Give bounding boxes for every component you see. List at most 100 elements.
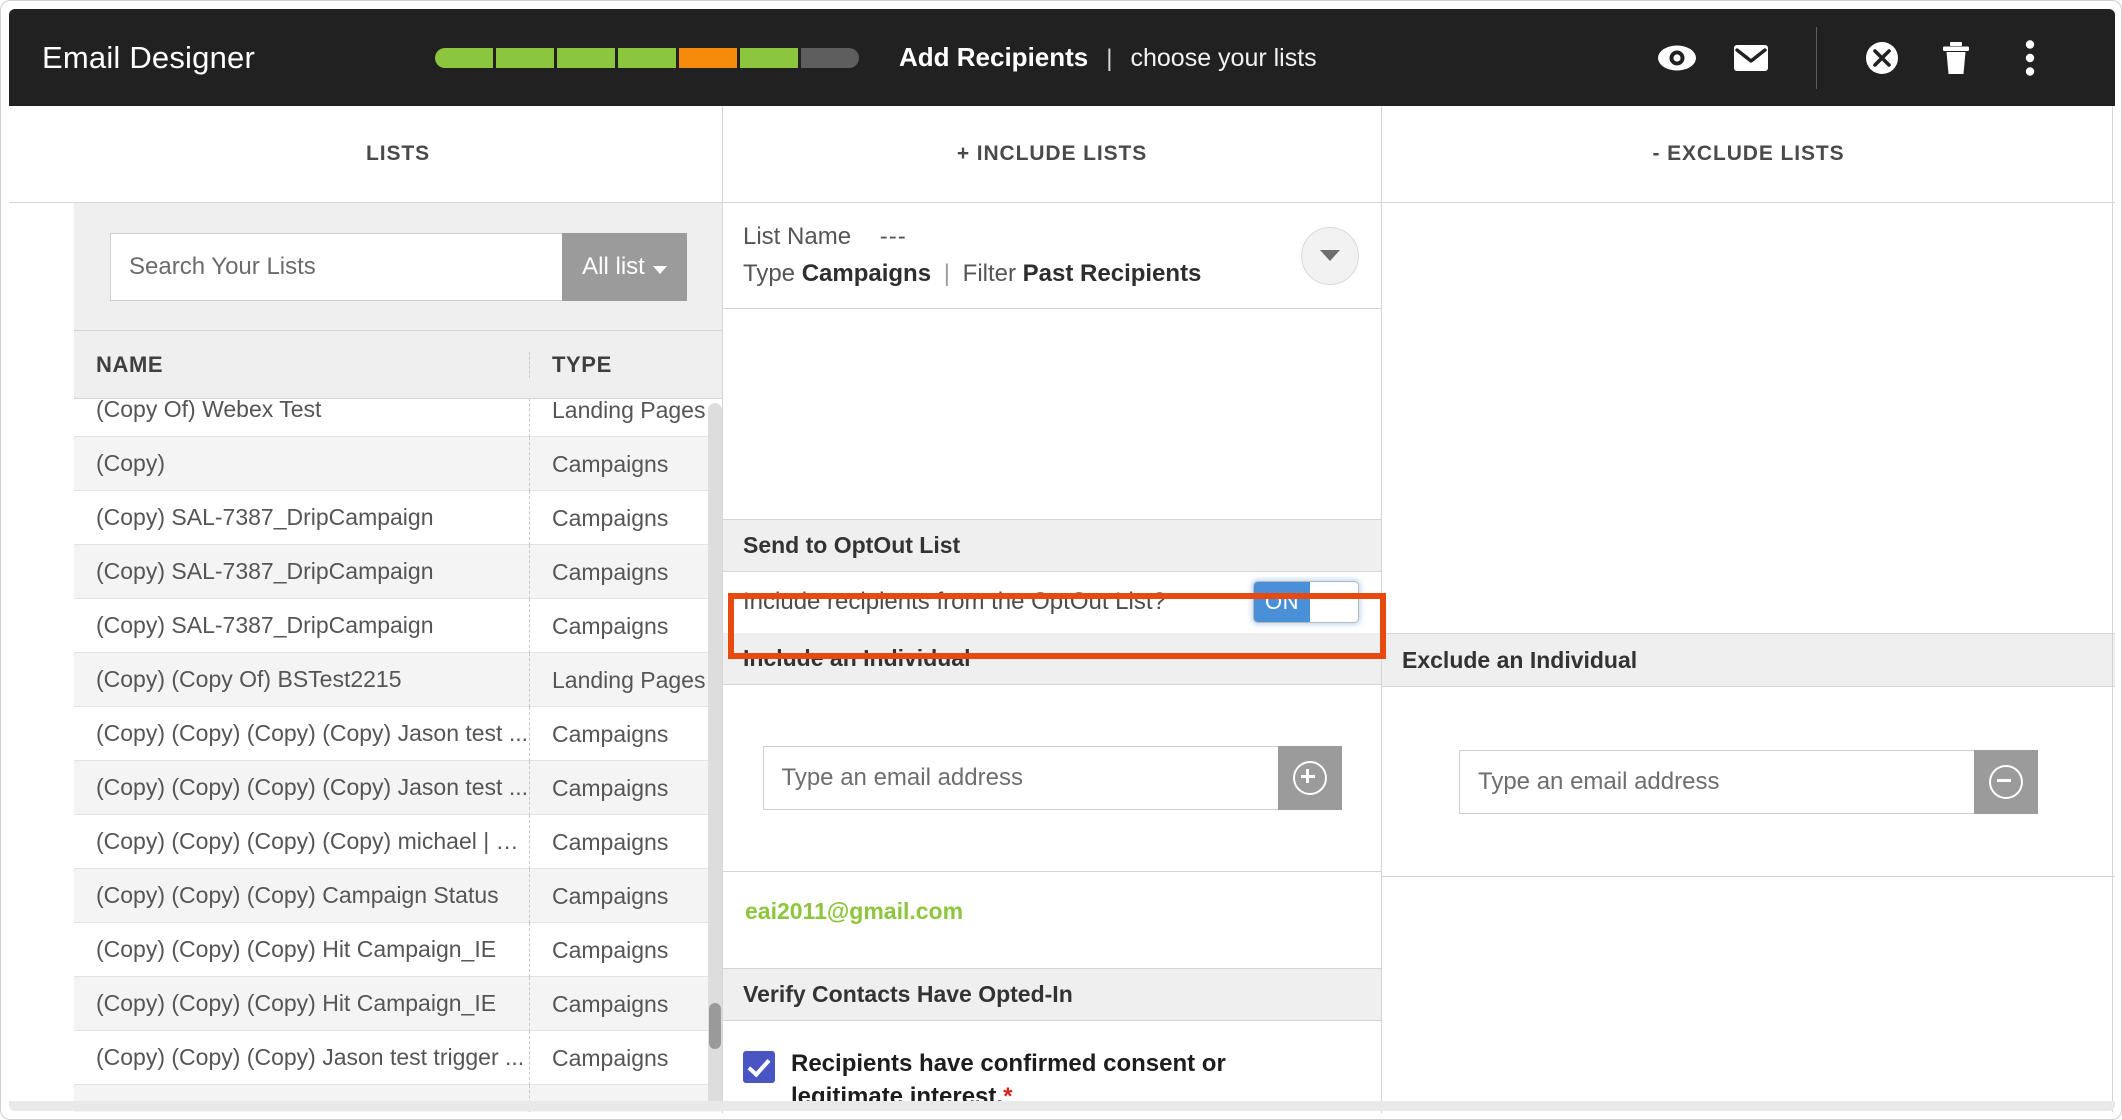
- table-row[interactable]: (Copy) (Copy) (Copy) Campaign Status Cam…: [74, 868, 722, 923]
- table-row[interactable]: (Copy) (Copy) (Copy) (Copy) Jason test .…: [74, 706, 722, 761]
- row-name: (Copy Of) Webex Test: [96, 399, 322, 422]
- close-button[interactable]: [1845, 28, 1919, 88]
- row-type: Campaigns: [529, 598, 722, 653]
- search-input[interactable]: [110, 232, 562, 301]
- include-individual-section-header: Include an Individual: [723, 632, 1381, 685]
- row-type: Campaigns: [529, 1030, 722, 1085]
- lists-table-viewport: (Copy Of) Webex Test Landing Pages (Copy…: [74, 399, 722, 1112]
- list-name-value: ---: [879, 223, 907, 251]
- optout-toggle[interactable]: ON: [1253, 581, 1359, 624]
- expand-list-details-button[interactable]: [1301, 226, 1359, 285]
- table-row[interactable]: (Copy) (Copy) (Copy) Jason test trigger …: [74, 1030, 722, 1085]
- row-name: (Copy) (Copy) (Copy) (Copy) michael | D.…: [96, 828, 529, 854]
- selected-list-meta: List Name --- Type Campaigns | Filter Pa…: [743, 223, 1301, 288]
- minus-circle-icon: [1989, 764, 2023, 799]
- board-right-edge: [2112, 106, 2113, 1112]
- row-name: (Copy) SAL-7387_DripCampaign: [96, 558, 434, 584]
- progress-segment-6: [740, 47, 798, 68]
- lists-scrollbar[interactable]: [708, 403, 722, 1108]
- included-individuals-list: eai2011@gmail.com: [723, 871, 1381, 969]
- optout-toggle-state-label: ON: [1254, 582, 1310, 623]
- filter-value: Past Recipients: [1022, 260, 1202, 288]
- row-type: Campaigns: [529, 760, 722, 815]
- progress-segment-2: [496, 47, 554, 68]
- preview-button[interactable]: [1640, 28, 1714, 88]
- row-name: (Copy): [96, 450, 166, 476]
- delete-button[interactable]: [1919, 28, 1993, 88]
- lists-scrollbar-thumb[interactable]: [709, 1003, 721, 1049]
- table-row[interactable]: (Copy) (Copy) (Copy) Hit Campaign_IE Cam…: [74, 976, 722, 1031]
- send-test-email-button[interactable]: [1714, 28, 1788, 88]
- verify-consent-checkbox[interactable]: [743, 1050, 775, 1083]
- board-body: All list NAME TYPE (Copy Of) Webex Test …: [9, 203, 2115, 1114]
- row-name: (Copy) (Copy Of) BSTest2215: [96, 666, 402, 692]
- exclude-empty-area: [1382, 877, 2115, 1113]
- lists-search-bar: All list: [74, 203, 722, 331]
- plus-circle-icon: [1292, 760, 1327, 795]
- app-title: Email Designer: [42, 39, 255, 75]
- chevron-down-icon: [1320, 250, 1340, 262]
- type-value: Campaigns: [801, 260, 932, 288]
- breadcrumb-separator: |: [1106, 45, 1113, 72]
- exclude-lists-dropzone[interactable]: [1382, 203, 2115, 634]
- meta-separator: |: [943, 260, 950, 288]
- progress-segment-7: [801, 47, 859, 68]
- breadcrumb: Add Recipients | choose your lists: [899, 42, 1317, 73]
- list-name-label: List Name: [743, 223, 852, 251]
- all-list-label: All list: [582, 252, 645, 280]
- toolbar: [1640, 26, 2067, 89]
- add-individual-button[interactable]: [1277, 745, 1342, 810]
- filter-label: Filter: [962, 260, 1016, 288]
- table-row[interactable]: (Copy) (Copy Of) BSTest2215 Landing Page…: [74, 652, 722, 707]
- exclude-email-input[interactable]: [1459, 749, 1974, 814]
- progress-segment-3: [557, 47, 615, 68]
- column-header-type: TYPE: [529, 351, 722, 378]
- row-name: (Copy) (Copy) (Copy) (Copy) Jason test .…: [96, 720, 529, 746]
- table-row[interactable]: (Copy) SAL-7387_DripCampaign Campaigns: [74, 598, 722, 653]
- include-lists-dropzone[interactable]: [723, 309, 1381, 520]
- window-bottom-strip: [9, 1101, 2115, 1111]
- optout-section-header: Send to OptOut List: [723, 519, 1381, 572]
- table-row[interactable]: (Copy) SAL-7387_DripCampaign Campaigns: [74, 544, 722, 599]
- row-type: Campaigns: [529, 544, 722, 599]
- breadcrumb-subtitle: choose your lists: [1130, 44, 1317, 72]
- table-row[interactable]: (Copy) SAL-7387_DripCampaign Campaigns: [74, 490, 722, 545]
- include-email-input[interactable]: [762, 745, 1278, 810]
- more-options-icon: [2025, 39, 2035, 76]
- include-lists-panel: List Name --- Type Campaigns | Filter Pa…: [722, 203, 1382, 1114]
- remove-individual-button[interactable]: [1974, 749, 2038, 814]
- table-row[interactable]: (Copy) (Copy) (Copy) (Copy) michael | D.…: [74, 814, 722, 869]
- list-type-filter-line: Type Campaigns | Filter Past Recipients: [743, 260, 1301, 288]
- column-header-lists: LISTS: [365, 142, 430, 165]
- progress-segment-1: [435, 47, 493, 68]
- progress-segment-4: [618, 47, 676, 68]
- progress-segment-5-current: [679, 47, 737, 68]
- row-type: Landing Pages: [529, 652, 722, 707]
- included-email-item[interactable]: eai2011@gmail.com: [745, 898, 963, 924]
- row-type: Landing Pages: [529, 399, 722, 437]
- column-header-include-lists: + INCLUDE LISTS: [722, 106, 1382, 202]
- row-type: Campaigns: [529, 922, 722, 977]
- table-row[interactable]: (Copy) (Copy) (Copy) Hit Campaign_IE Cam…: [74, 922, 722, 977]
- row-name: (Copy) (Copy) (Copy) Campaign Status: [96, 882, 499, 908]
- app-window: Email Designer Add Recipients | choose y…: [0, 0, 2122, 1120]
- optout-row: Include recipients from the OptOut List?…: [723, 571, 1381, 633]
- table-row[interactable]: (Copy) Campaigns: [74, 436, 722, 491]
- table-row[interactable]: (Copy Of) Webex Test Landing Pages: [74, 399, 722, 437]
- more-options-button[interactable]: [1993, 28, 2067, 88]
- column-headers: LISTS + INCLUDE LISTS - EXCLUDE LISTS: [9, 106, 2115, 203]
- include-individual-pane: [723, 684, 1381, 872]
- step-progress-bar: [435, 47, 859, 68]
- verify-section-header: Verify Contacts Have Opted-In: [723, 968, 1381, 1021]
- lists-table-header: NAME TYPE: [74, 331, 722, 399]
- lists-table-body: (Copy Of) Webex Test Landing Pages (Copy…: [74, 399, 722, 1112]
- optout-question-label: Include recipients from the OptOut List?: [743, 588, 1166, 616]
- selected-list-card: List Name --- Type Campaigns | Filter Pa…: [723, 203, 1381, 310]
- all-list-filter-button[interactable]: All list: [562, 232, 687, 301]
- exclude-lists-panel: Exclude an Individual: [1382, 203, 2115, 1113]
- row-type: Campaigns: [529, 706, 722, 761]
- search-group: All list: [110, 232, 687, 301]
- column-header-name: NAME: [96, 351, 164, 377]
- table-row[interactable]: (Copy) (Copy) (Copy) (Copy) Jason test .…: [74, 760, 722, 815]
- include-email-group: [762, 745, 1342, 810]
